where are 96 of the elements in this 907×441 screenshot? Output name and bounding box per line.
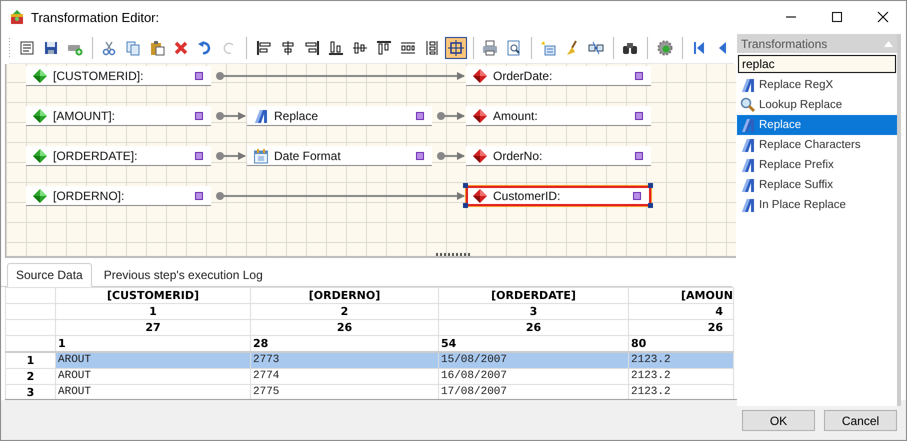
transformation-item[interactable]: In Place Replace <box>737 195 897 215</box>
target-field-node[interactable]: CustomerID: <box>466 186 651 206</box>
column-length: 26 <box>628 320 734 336</box>
table-cell: 2773 <box>250 352 438 368</box>
port[interactable] <box>416 152 424 160</box>
diamond-icon <box>472 108 488 124</box>
cube-icon <box>9 9 25 25</box>
port[interactable] <box>635 72 643 80</box>
wedge-icon <box>740 77 756 93</box>
tab[interactable]: Source Data <box>7 263 92 287</box>
resize-handle[interactable] <box>648 183 653 188</box>
target-field-node[interactable]: Amount: <box>466 106 651 126</box>
calendar-icon <box>253 148 269 164</box>
resize-handle[interactable] <box>463 183 468 188</box>
node-label: CustomerID: <box>493 189 562 203</box>
column-header: [CUSTOMERID] <box>56 288 250 304</box>
diamond-icon <box>32 68 48 84</box>
table-cell: 2774 <box>250 368 438 384</box>
source-field-node[interactable]: [ORDERNO]: <box>26 186 211 206</box>
source-field-node[interactable]: [AMOUNT]: <box>26 106 211 126</box>
table-row[interactable]: 2 AROUT 2774 16/08/2007 2123.2 <box>6 368 734 384</box>
connector-arrow <box>216 112 246 120</box>
node-label: [ORDERDATE]: <box>53 148 138 162</box>
node-label: Amount: <box>493 108 539 122</box>
node-label: OrderDate: <box>493 68 554 82</box>
connector-arrow <box>216 152 246 160</box>
wedge-icon <box>740 197 756 213</box>
node-label: Date Format <box>274 148 342 162</box>
port[interactable] <box>635 112 643 120</box>
column-length: 26 <box>438 320 628 336</box>
node-label: OrderNo: <box>493 148 544 162</box>
column-header: [AMOUN <box>628 288 734 304</box>
column-position: 1 <box>56 304 250 320</box>
transformation-item[interactable]: Replace RegX <box>737 75 897 95</box>
diamond-icon <box>32 188 48 204</box>
diamond-icon <box>472 188 488 204</box>
port[interactable] <box>195 112 203 120</box>
row-number: 2 <box>6 368 56 384</box>
port[interactable] <box>195 192 203 200</box>
search-field[interactable]: replac <box>738 55 896 73</box>
target-field-node[interactable]: OrderNo: <box>466 146 651 166</box>
resize-handle[interactable] <box>648 203 653 208</box>
node-label: [ORDERNO]: <box>53 188 126 202</box>
diamond-icon <box>472 148 488 164</box>
column-length: 27 <box>56 320 250 336</box>
wedge-icon <box>253 108 269 124</box>
column-header: [ORDERNO] <box>250 288 438 304</box>
source-field-node[interactable]: [CUSTOMERID]: <box>26 66 211 86</box>
fit-grid-icon[interactable] <box>444 37 466 59</box>
transformation-item[interactable]: Replace Suffix <box>737 175 897 195</box>
connector-arrow <box>437 112 465 120</box>
table-cell: AROUT <box>56 368 250 384</box>
panel-title: Transformations <box>741 36 828 50</box>
column-position: 4 <box>628 304 734 320</box>
port[interactable] <box>195 72 203 80</box>
column-position: 2 <box>250 304 438 320</box>
table-row[interactable]: 1 AROUT 2773 15/08/2007 2123.2 <box>6 352 734 368</box>
diamond-icon <box>32 108 48 124</box>
transformation-item[interactable]: Replace Characters <box>737 135 897 155</box>
node-label: [CUSTOMERID]: <box>53 68 144 82</box>
wedge-icon <box>740 117 756 133</box>
wedge-icon <box>740 157 756 173</box>
dialog-button[interactable]: Cancel <box>824 410 897 431</box>
table-cell: 2123.2 <box>628 368 734 384</box>
row-number: 1 <box>6 352 56 368</box>
tab[interactable]: Previous step's execution Log <box>96 264 271 286</box>
column-length: 26 <box>250 320 438 336</box>
table-cell: 16/08/2007 <box>438 368 628 384</box>
transform-node[interactable]: Date Format <box>247 146 432 166</box>
node-label: Replace <box>274 108 320 122</box>
magnifier-icon <box>740 97 756 113</box>
table-cell: 2123.2 <box>628 352 734 368</box>
resize-handle[interactable] <box>463 203 468 208</box>
port[interactable] <box>416 112 424 120</box>
transformation-item[interactable]: Replace <box>737 115 897 135</box>
close-icon[interactable] <box>875 9 891 25</box>
port[interactable] <box>635 152 643 160</box>
diamond-icon <box>472 68 488 84</box>
maximize-icon[interactable] <box>829 9 845 25</box>
window-title: Transformation Editor: <box>31 10 160 24</box>
port[interactable] <box>195 152 203 160</box>
column-position: 3 <box>438 304 628 320</box>
connector-arrow <box>437 152 465 160</box>
transformation-item[interactable]: Replace Prefix <box>737 155 897 175</box>
source-field-node[interactable]: [ORDERDATE]: <box>26 146 211 166</box>
wedge-icon <box>740 177 756 193</box>
diamond-icon <box>32 148 48 164</box>
table-cell: 15/08/2007 <box>438 352 628 368</box>
transformation-item[interactable]: Lookup Replace <box>737 95 897 115</box>
column-header: [ORDERDATE] <box>438 288 628 304</box>
target-field-node[interactable]: OrderDate: <box>466 66 651 86</box>
dialog-button[interactable]: OK <box>742 410 815 431</box>
transform-node[interactable]: Replace <box>247 106 432 126</box>
wedge-icon <box>740 137 756 153</box>
node-label: [AMOUNT]: <box>53 108 116 122</box>
table-cell: AROUT <box>56 352 250 368</box>
